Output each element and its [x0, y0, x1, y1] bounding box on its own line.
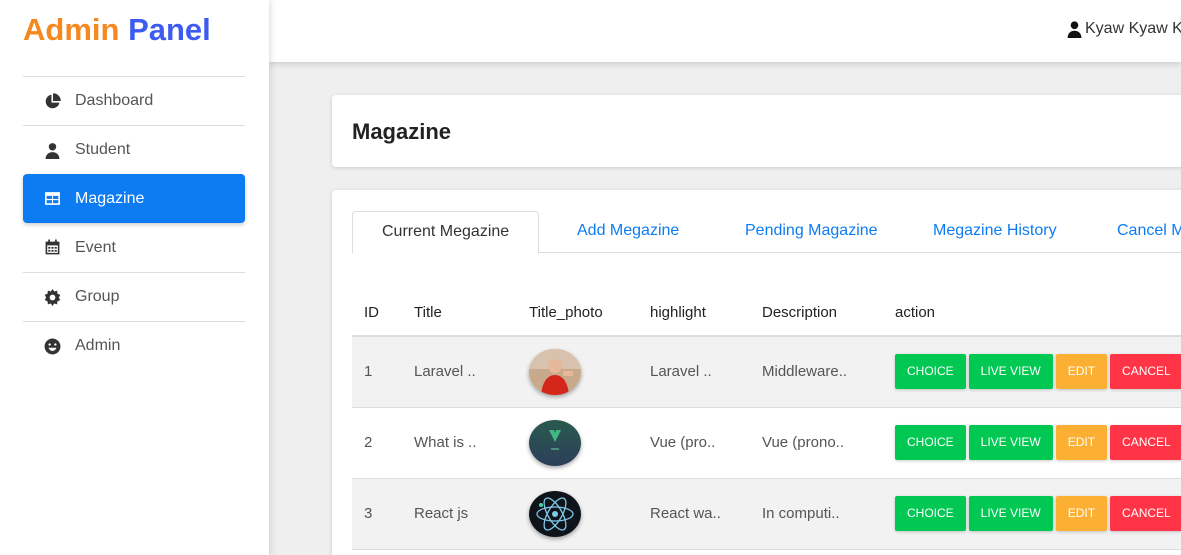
sidebar-menu: Dashboard Student Magazine Event Group A… [23, 76, 245, 370]
sidebar-item-student[interactable]: Student [23, 125, 245, 174]
table-row: 1 Laravel .. Laravel .. Middleware.. CHO… [352, 336, 1181, 408]
cell-description: Middleware.. [750, 336, 883, 408]
magazine-table: ID Title Title_photo highlight Descripti… [352, 290, 1181, 550]
column-header-title-photo: Title_photo [517, 290, 638, 337]
cell-description: In computi.. [750, 478, 883, 550]
vue-logo-photo [529, 419, 581, 466]
top-bar: Kyaw Kyaw K [269, 0, 1181, 62]
cell-actions: CHOICE LIVE VIEW EDIT CANCEL [883, 407, 1181, 479]
page-title: Magazine [352, 119, 452, 144]
user-menu[interactable]: Kyaw Kyaw K [1067, 20, 1181, 38]
brand-part-panel: Panel [128, 12, 211, 47]
column-header-highlight: highlight [638, 290, 750, 337]
live-view-button[interactable]: LIVE VIEW [968, 425, 1053, 460]
cell-description: Vue (prono.. [750, 407, 883, 479]
cancel-button[interactable]: CANCEL [1110, 354, 1181, 390]
sidebar-item-label: Admin [75, 337, 121, 354]
brand-part-admin: Admin [23, 12, 120, 47]
column-header-action: action [883, 290, 1181, 337]
table-row: 2 What is .. Vue (pro.. Vue (prono.. CHO… [352, 407, 1181, 479]
user-icon [41, 141, 63, 159]
sidebar-item-label: Group [75, 288, 120, 305]
sidebar-item-event[interactable]: Event [23, 223, 245, 272]
live-view-button[interactable]: LIVE VIEW [968, 496, 1053, 531]
cell-title: React js [402, 478, 517, 550]
choice-button[interactable]: CHOICE [895, 425, 966, 460]
sidebar-item-group[interactable]: Group [23, 272, 245, 321]
cell-highlight: Laravel .. [638, 336, 750, 408]
sidebar-item-admin[interactable]: Admin [23, 321, 245, 370]
live-view-button[interactable]: LIVE VIEW [968, 354, 1053, 390]
column-header-id: ID [352, 290, 402, 337]
column-header-description: Description [750, 290, 883, 337]
cell-highlight: Vue (pro.. [638, 407, 750, 479]
cell-actions: CHOICE LIVE VIEW EDIT CANCEL [883, 478, 1181, 550]
tab-cancel-megazine[interactable]: Cancel M [1117, 211, 1181, 253]
cell-photo [517, 407, 638, 479]
tab-megazine-history[interactable]: Megazine History [933, 211, 1057, 253]
calendar-icon [41, 239, 63, 257]
edit-button[interactable]: EDIT [1055, 425, 1108, 460]
tab-pending-magazine[interactable]: Pending Magazine [745, 211, 878, 253]
table-header-row: ID Title Title_photo highlight Descripti… [352, 290, 1181, 337]
cell-title: What is .. [402, 407, 517, 479]
sidebar-item-label: Dashboard [75, 92, 154, 109]
tab-current-megazine[interactable]: Current Megazine [352, 211, 540, 254]
cog-icon [41, 288, 63, 306]
edit-button[interactable]: EDIT [1055, 496, 1108, 531]
cell-id: 2 [352, 407, 402, 479]
cell-title: Laravel .. [402, 336, 517, 408]
choice-button[interactable]: CHOICE [895, 354, 966, 390]
sidebar-item-label: Event [75, 238, 116, 256]
cancel-button[interactable]: CANCEL [1110, 496, 1181, 531]
pie-chart-icon [41, 92, 63, 110]
react-atom-photo [529, 490, 581, 537]
table-row: 3 React js React wa.. In computi.. CHOIC… [352, 478, 1181, 550]
cell-id: 1 [352, 336, 402, 408]
brand-logo[interactable]: Admin Panel [23, 12, 211, 48]
page-title-card: Magazine [332, 95, 1181, 167]
cell-actions: CHOICE LIVE VIEW EDIT CANCEL [883, 336, 1181, 408]
smile-icon [41, 337, 63, 355]
cell-photo [517, 336, 638, 408]
sidebar-item-label: Magazine [75, 189, 145, 207]
sidebar-item-dashboard[interactable]: Dashboard [23, 76, 245, 125]
column-header-title: Title [402, 290, 517, 337]
sidebar-item-magazine[interactable]: Magazine [23, 174, 245, 223]
choice-button[interactable]: CHOICE [895, 496, 966, 531]
tab-add-megazine[interactable]: Add Megazine [577, 211, 679, 253]
presenter-photo [529, 348, 581, 395]
tab-bar: Current Megazine Add Megazine Pending Ma… [352, 211, 1181, 254]
cell-highlight: React wa.. [638, 478, 750, 550]
cell-id: 3 [352, 478, 402, 550]
sidebar-item-label: Student [75, 141, 131, 158]
table-icon [41, 190, 63, 208]
user-name: Kyaw Kyaw K [1085, 20, 1181, 37]
magazine-panel: Current Megazine Add Megazine Pending Ma… [332, 190, 1181, 555]
edit-button[interactable]: EDIT [1055, 354, 1108, 390]
sidebar: Admin Panel Dashboard Student Magazine E… [0, 0, 269, 555]
cancel-button[interactable]: CANCEL [1110, 425, 1181, 460]
cell-photo [517, 478, 638, 550]
user-icon [1067, 20, 1082, 38]
